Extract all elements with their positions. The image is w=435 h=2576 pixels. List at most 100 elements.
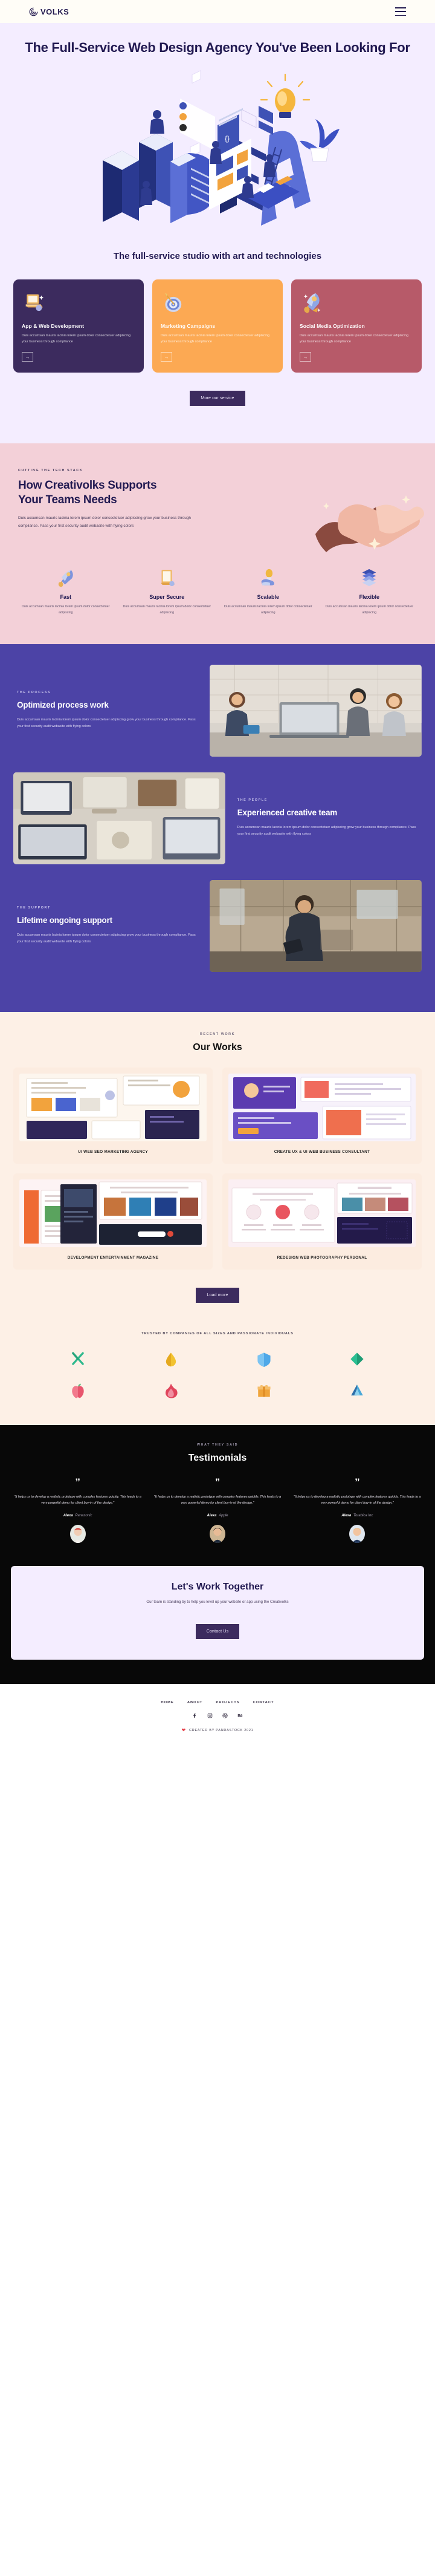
feature-text: Duis accumsan mauris lacinia lorem ipsum… <box>123 605 211 615</box>
feature-title: Super Secure <box>149 594 185 601</box>
desk-flatlay-photo <box>13 772 225 864</box>
process-heading: Experienced creative team <box>237 808 338 818</box>
footer-link-home[interactable]: HOME <box>161 1701 173 1704</box>
brand-logo[interactable]: VOLKS <box>29 7 69 16</box>
testimonial-text: "It helps us to develop a realistic prot… <box>294 1495 421 1505</box>
work-card[interactable]: UI WEB SEO MARKETING AGENCY <box>13 1067 213 1164</box>
isometric-idea-letters-illustration: {} <box>66 69 369 233</box>
footer-link-projects[interactable]: PROJECTS <box>216 1701 239 1704</box>
hero-title: The Full-Service Web Design Agency You'v… <box>25 40 410 55</box>
apple-logo-icon <box>72 1383 84 1398</box>
footer-link-contact[interactable]: CONTACT <box>253 1701 274 1704</box>
service-card[interactable]: Social Media Optimization Duis accumsan … <box>291 279 422 373</box>
behance-icon[interactable] <box>237 1713 243 1718</box>
services-heading: The full-service studio with art and tec… <box>113 250 322 261</box>
process-text-block: THE SUPPORT Lifetime ongoing support Dui… <box>13 906 201 945</box>
footer-copyright-row: ❤ CREATED BY PANDASTOCK 2021 <box>0 1727 435 1733</box>
more-our-service-button[interactable]: More our service <box>190 391 245 406</box>
work-card[interactable]: CREATE UX & UI WEB BUSINESS CONSULTANT <box>222 1067 422 1164</box>
service-card[interactable]: Marketing Campaigns Duis accumsan mauris… <box>152 279 283 373</box>
process-eyebrow: THE PROCESS <box>17 691 51 695</box>
team-at-desk-photo <box>210 664 422 757</box>
client-logo <box>124 1383 218 1398</box>
cta-card: Let's Work Together Our team is standing… <box>11 1565 424 1660</box>
process-eyebrow: THE SUPPORT <box>17 906 51 910</box>
diamond-logo-icon <box>350 1352 364 1366</box>
work-card[interactable]: REDESIGN WEB PHOTOGRAPHY PERSONAL <box>222 1173 422 1270</box>
support-eyebrow: CUTTING THE TECH STACK <box>18 469 83 473</box>
work-card-title: REDESIGN WEB PHOTOGRAPHY PERSONAL <box>277 1255 367 1260</box>
client-logo <box>31 1351 124 1367</box>
testimonial-card: ” "It helps us to develop a realistic pr… <box>291 1477 424 1543</box>
service-card[interactable]: App & Web Development Duis accumsan maur… <box>13 279 144 373</box>
testimonial-author: Alexa Panasonic <box>13 1514 142 1518</box>
testimonial-author-name: Alexa <box>341 1513 352 1518</box>
testimonial-text: "It helps us to develop a realistic prot… <box>153 1495 282 1505</box>
testimonial-author-name: Alexa <box>207 1513 217 1518</box>
process-paragraph: Duis accumsan mauris lacinia lorem ipsum… <box>17 933 196 944</box>
process-row: THE PEOPLE Experienced creative team Dui… <box>13 772 422 864</box>
site-header: VOLKS <box>0 0 435 23</box>
atlas-logo-icon <box>351 1384 363 1395</box>
feature-text: Duis accumsan mauris lacinia lorem ipsum… <box>224 605 312 615</box>
testimonial-author: Alexa Torabica Inc <box>293 1514 422 1518</box>
support-text: Duis accumsan mauris lacinia lorem ipsum… <box>18 516 191 528</box>
testimonial-text: "It helps us to develop a realistic prot… <box>14 1495 141 1505</box>
testimonial-author-name: Alexa <box>63 1513 73 1518</box>
heart-icon: ❤ <box>181 1727 187 1733</box>
footer-copyright-text: CREATED BY PANDASTOCK 2021 <box>189 1728 254 1732</box>
service-card-text: Duis accumsan mauris lacinia lorem ipsum… <box>300 333 409 344</box>
facebook-icon[interactable] <box>192 1713 198 1718</box>
contact-us-button[interactable]: Contact Us <box>195 1623 240 1639</box>
avatar <box>349 1524 366 1543</box>
testimonials-section: WHAT THEY SAID Testimonials ” "It helps … <box>0 1424 435 1543</box>
instagram-icon[interactable] <box>207 1713 213 1718</box>
work-card[interactable]: DEVELOPMENT ENTERTAINMENT MAGAZINE <box>13 1173 213 1270</box>
service-card-arrow-button[interactable]: → <box>161 352 172 362</box>
shield-logo-icon <box>257 1352 271 1367</box>
cta-heading: Let's Work Together <box>171 1581 264 1592</box>
process-row: THE SUPPORT Lifetime ongoing support Dui… <box>13 879 422 972</box>
service-card-title: Social Media Optimization <box>300 322 365 329</box>
client-logo <box>311 1351 404 1367</box>
flame-logo-icon <box>165 1383 178 1398</box>
work-card-title: DEVELOPMENT ENTERTAINMENT MAGAZINE <box>67 1255 159 1260</box>
service-card-text: Duis accumsan mauris lacinia lorem ipsum… <box>161 333 270 344</box>
feature-text: Duis accumsan mauris lacinia lorem ipsum… <box>325 605 413 615</box>
brand-name: VOLKS <box>40 7 69 16</box>
landing-page: VOLKS The Full-Service Web Design Agency… <box>0 0 435 1749</box>
trusted-by-label: TRUSTED BY COMPANIES OF ALL SIZES AND PA… <box>141 1331 294 1335</box>
testimonial-author-company: Panasonic <box>75 1513 92 1518</box>
gift-box-logo-icon <box>257 1384 271 1397</box>
testimonials-eyebrow: WHAT THEY SAID <box>196 1443 239 1447</box>
client-logo <box>311 1383 404 1398</box>
avatar <box>69 1524 86 1543</box>
footer-link-about[interactable]: ABOUT <box>187 1701 203 1704</box>
footer-social-links <box>0 1713 435 1718</box>
dribbble-icon[interactable] <box>222 1713 228 1718</box>
feature-item: Fast Duis accumsan mauris lacinia lorem … <box>18 567 114 616</box>
seo-marketing-screens-thumb <box>19 1073 207 1141</box>
rocket-3d-icon <box>303 293 321 313</box>
feature-text: Duis accumsan mauris lacinia lorem ipsum… <box>22 605 110 615</box>
photography-personal-screens-thumb <box>228 1179 416 1247</box>
service-card-arrow-button[interactable]: → <box>22 352 33 362</box>
feature-title: Flexible <box>359 594 379 601</box>
client-logo <box>218 1351 311 1367</box>
load-more-button[interactable]: Load more <box>196 1287 239 1303</box>
process-eyebrow: THE PEOPLE <box>237 798 268 803</box>
process-heading: Optimized process work <box>17 700 109 710</box>
service-card-text: Duis accumsan mauris lacinia lorem ipsum… <box>22 333 131 344</box>
client-logo <box>31 1383 124 1398</box>
hamburger-menu-icon[interactable] <box>395 7 406 16</box>
spiral-logo-icon <box>29 7 38 16</box>
service-card-arrow-button[interactable]: → <box>300 352 311 362</box>
avatar <box>209 1524 225 1543</box>
works-section: RECENT WORK Our Works UI WEB SEO MARKETI… <box>0 1011 435 1425</box>
work-card-title: CREATE UX & UI WEB BUSINESS CONSULTANT <box>274 1149 370 1154</box>
testimonial-card: ” "It helps us to develop a realistic pr… <box>150 1477 284 1543</box>
works-heading: Our Works <box>193 1042 242 1052</box>
work-card-grid: UI WEB SEO MARKETING AGENCY CREATE UX & … <box>13 1067 422 1270</box>
service-card-list: App & Web Development Duis accumsan maur… <box>0 279 435 373</box>
hand-bulb-3d-icon <box>261 569 274 585</box>
